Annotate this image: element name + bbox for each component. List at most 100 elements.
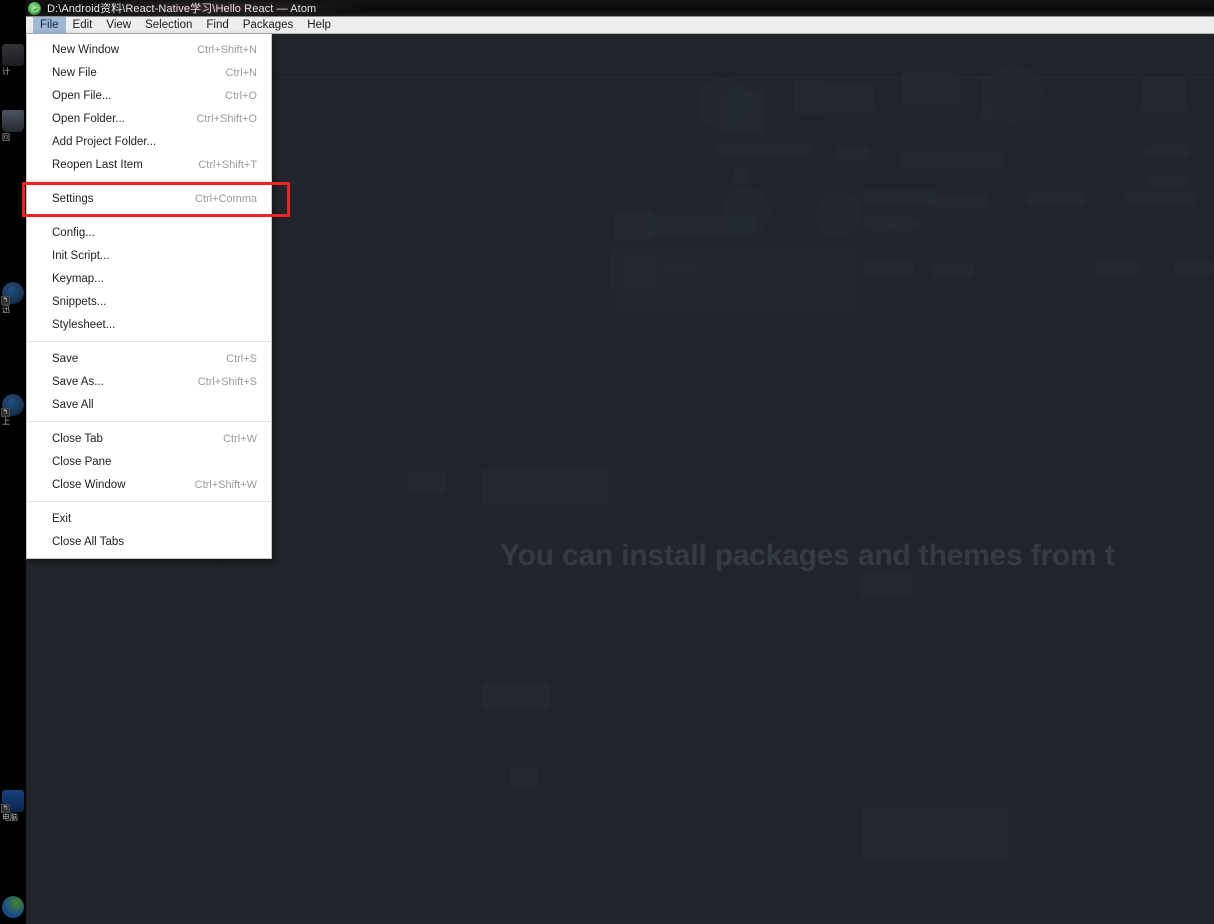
menu-item-snippets[interactable]: Snippets... xyxy=(27,290,271,313)
menu-item-settings[interactable]: Settings Ctrl+Comma xyxy=(27,187,271,210)
menu-item-open-folder[interactable]: Open Folder... Ctrl+Shift+O xyxy=(27,107,271,130)
menu-find[interactable]: Find xyxy=(199,17,235,34)
desktop-icon-recycle-bin[interactable]: 回 xyxy=(0,110,26,143)
ghost-shape xyxy=(482,469,608,505)
menu-item-init-script[interactable]: Init Script... xyxy=(27,244,271,267)
ghost-shape xyxy=(926,195,988,207)
menu-separator xyxy=(27,341,271,342)
menu-item-open-file[interactable]: Open File... Ctrl+O xyxy=(27,84,271,107)
menu-item-label: New File xyxy=(52,66,97,79)
menu-item-label: Stylesheet... xyxy=(52,318,116,331)
welcome-headline: You can install packages and themes from… xyxy=(500,539,1115,572)
menu-item-close-window[interactable]: Close Window Ctrl+Shift+W xyxy=(27,473,271,496)
menu-item-reopen-last-item[interactable]: Reopen Last Item Ctrl+Shift+T xyxy=(27,153,271,176)
ghost-shape xyxy=(864,259,914,275)
menu-item-accel: Ctrl+Shift+N xyxy=(197,43,257,56)
thunder-download-icon: ↰ xyxy=(1,282,24,305)
menu-selection[interactable]: Selection xyxy=(138,17,199,34)
ghost-shape xyxy=(646,215,756,235)
menu-item-label: Close Window xyxy=(52,478,126,491)
menu-item-label: Keymap... xyxy=(52,272,104,285)
atom-logo-icon xyxy=(28,1,41,15)
ghost-shape xyxy=(734,167,748,183)
ghost-shape xyxy=(510,767,538,789)
menu-item-accel: Ctrl+Shift+S xyxy=(197,375,257,388)
desktop-icon-browser[interactable]: ↰ 上 xyxy=(0,394,26,427)
menu-help[interactable]: Help xyxy=(300,17,338,34)
my-computer-icon: ↰ xyxy=(1,790,24,813)
desktop-icon-label: 计 xyxy=(2,67,10,76)
shortcut-overlay-icon: ↰ xyxy=(1,296,10,305)
menu-item-label: Save All xyxy=(52,398,94,411)
ghost-shape xyxy=(984,65,1042,123)
menu-item-label: Open Folder... xyxy=(52,112,125,125)
menu-item-label: Save xyxy=(52,352,79,365)
menu-edit[interactable]: Edit xyxy=(66,17,100,34)
menu-item-save-all[interactable]: Save All xyxy=(27,393,271,416)
menu-item-exit[interactable]: Exit xyxy=(27,507,271,530)
desktop-icon-thunder[interactable]: ↰ 迅 xyxy=(0,282,26,315)
ghost-shape xyxy=(1174,261,1214,275)
menu-item-label: Exit xyxy=(52,512,72,525)
menu-item-label: Open File... xyxy=(52,89,112,102)
desktop-icon-label: 回 xyxy=(2,133,10,142)
browser-icon: ↰ xyxy=(1,394,24,417)
menu-item-save-as[interactable]: Save As... Ctrl+Shift+S xyxy=(27,370,271,393)
desktop-icon-label: 迅 xyxy=(2,305,10,314)
menu-item-new-file[interactable]: New File Ctrl+N xyxy=(27,61,271,84)
ghost-shape xyxy=(482,683,550,709)
menu-item-label: Snippets... xyxy=(52,295,107,308)
screen-root: 计 回 ↰ 迅 ↰ 上 ↰ 电脑 D:\Android资料\React-Nati… xyxy=(0,0,1214,924)
ghost-shape xyxy=(902,73,960,105)
ghost-shape xyxy=(1142,77,1186,111)
menu-item-config[interactable]: Config... xyxy=(27,221,271,244)
menu-separator xyxy=(27,181,271,182)
ghost-shape xyxy=(622,253,656,287)
file-dropdown-menu: New Window Ctrl+Shift+N New File Ctrl+N … xyxy=(26,34,272,559)
menu-item-label: Config... xyxy=(52,226,95,239)
ghost-shape xyxy=(902,153,1002,167)
menu-separator xyxy=(27,215,271,216)
desktop-icon-label: 电脑 xyxy=(2,813,18,822)
menu-view[interactable]: View xyxy=(99,17,138,34)
menu-item-add-project-folder[interactable]: Add Project Folder... xyxy=(27,130,271,153)
desktop-icon-my-computer[interactable]: ↰ 电脑 xyxy=(0,790,26,823)
menu-item-accel: Ctrl+Comma xyxy=(194,192,257,205)
title-bar: D:\Android资料\React-Native学习\Hello React … xyxy=(26,0,1214,16)
ghost-shape xyxy=(726,90,764,134)
menu-item-close-pane[interactable]: Close Pane xyxy=(27,450,271,473)
ghost-shape xyxy=(1144,145,1190,157)
menu-bar: File Edit View Selection Find Packages H… xyxy=(26,16,1214,34)
ghost-shape xyxy=(932,263,974,277)
menu-item-close-tab[interactable]: Close Tab Ctrl+W xyxy=(27,427,271,450)
menu-item-label: Save As... xyxy=(52,375,104,388)
menu-item-label: Init Script... xyxy=(52,249,110,262)
menu-item-close-all-tabs[interactable]: Close All Tabs xyxy=(27,530,271,553)
menu-item-new-window[interactable]: New Window Ctrl+Shift+N xyxy=(27,38,271,61)
menu-item-save[interactable]: Save Ctrl+S xyxy=(27,347,271,370)
menu-item-label: Close Pane xyxy=(52,455,112,468)
shortcut-overlay-icon: ↰ xyxy=(1,408,10,417)
ghost-shape xyxy=(892,217,920,231)
desktop-background: 计 回 ↰ 迅 ↰ 上 ↰ 电脑 xyxy=(0,0,26,924)
desktop-icon-label: 上 xyxy=(2,417,10,426)
ghost-shape xyxy=(1026,193,1086,205)
menu-item-keymap[interactable]: Keymap... xyxy=(27,267,271,290)
recycle-bin-icon xyxy=(2,110,24,132)
app-icon xyxy=(2,896,24,918)
menu-packages[interactable]: Packages xyxy=(236,17,301,34)
menu-item-accel: Ctrl+W xyxy=(223,432,257,445)
menu-item-accel: Ctrl+Shift+W xyxy=(194,478,257,491)
desktop-icon-computer[interactable]: 计 xyxy=(0,44,26,77)
menu-separator xyxy=(27,421,271,422)
ghost-shape xyxy=(1148,175,1188,187)
desktop-icon-app[interactable] xyxy=(0,896,26,918)
ghost-shape xyxy=(836,147,870,159)
ghost-shape xyxy=(862,807,1008,859)
menu-item-label: Settings xyxy=(52,192,94,205)
window-title: D:\Android资料\React-Native学习\Hello React … xyxy=(47,3,317,15)
ghost-shape xyxy=(860,573,912,597)
menu-item-stylesheet[interactable]: Stylesheet... xyxy=(27,313,271,336)
shortcut-overlay-icon: ↰ xyxy=(1,804,10,813)
menu-file[interactable]: File xyxy=(33,16,66,34)
